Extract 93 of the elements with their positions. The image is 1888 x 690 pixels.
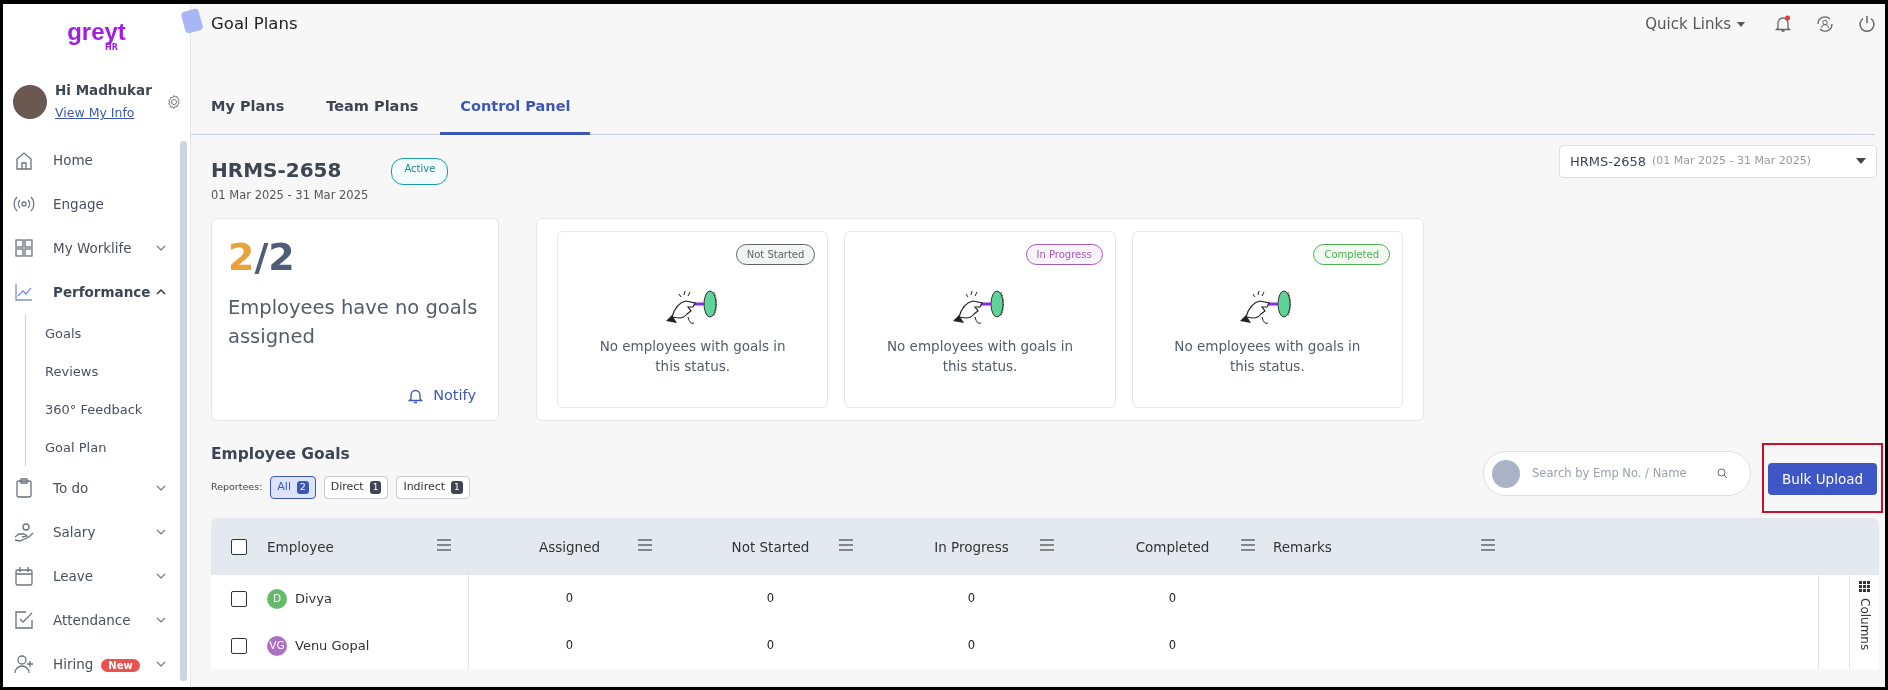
tab[interactable]: Team Plans	[306, 86, 439, 135]
empty-state-message: No employees with goals in this status.	[1173, 337, 1362, 376]
status-tag: Not Started	[735, 244, 816, 265]
column-menu-icon[interactable]	[1040, 539, 1054, 552]
grid-icon	[13, 237, 35, 260]
table-cell: 0	[967, 638, 976, 653]
section-title: Employee Goals	[211, 444, 351, 465]
empty-state-message: No employees with goals in this status.	[885, 337, 1074, 376]
tab[interactable]: My Plans	[191, 86, 305, 135]
column-header: In Progress	[934, 537, 1009, 557]
notify-button[interactable]: Notify	[402, 384, 482, 408]
search-bar[interactable]: Search by Emp No. / Name	[1483, 451, 1751, 496]
empty-state-message: No employees with goals in this status.	[598, 337, 787, 376]
column-menu-icon[interactable]	[1481, 539, 1495, 552]
chart-icon	[13, 281, 35, 304]
greeting-text: Hi Madhukar	[55, 81, 152, 100]
view-info-link[interactable]: View My Info	[55, 105, 135, 121]
initials-avatar: D	[267, 588, 287, 609]
filter-chip[interactable]: All 2	[270, 476, 316, 499]
column-header: Employee	[267, 537, 334, 557]
plan-dates: 01 Mar 2025 - 31 Mar 2025	[211, 186, 370, 204]
sidebar-subitem[interactable]: 360° Feedback	[26, 390, 190, 429]
settings-icon[interactable]	[165, 94, 182, 111]
table-cell: 0	[766, 638, 775, 653]
sidebar-item[interactable]: Home	[3, 138, 190, 183]
checkbox[interactable]	[231, 538, 247, 555]
count-badge: 2	[297, 480, 309, 495]
sidebar-subitem[interactable]: Goals	[26, 314, 190, 353]
column-menu-icon[interactable]	[1241, 539, 1255, 552]
goal-count: 2/2	[228, 235, 296, 281]
count-badge: 1	[369, 480, 382, 495]
bulk-upload-button[interactable]: Bulk Upload	[1768, 463, 1877, 496]
user-avatar-icon	[1492, 459, 1520, 488]
page-title: Goal Plans	[211, 12, 298, 35]
table-cell: 0	[565, 591, 574, 606]
checkbox[interactable]	[231, 637, 247, 654]
new-badge: New	[101, 659, 140, 673]
column-header: Remarks	[1273, 537, 1332, 557]
sidebar-subitem[interactable]: Reviews	[26, 352, 190, 391]
column-header: Assigned	[538, 537, 601, 557]
search-icon	[1717, 468, 1728, 479]
filter-label: Reportees:	[211, 480, 263, 495]
caret-icon	[1737, 21, 1745, 27]
table-cell: 0	[1168, 638, 1177, 653]
quick-links-dropdown[interactable]: Quick Links	[1639, 11, 1751, 37]
sidebar-item[interactable]: Performance	[3, 270, 190, 315]
sidebar-item[interactable]: Hiring New	[3, 642, 190, 687]
status-tag: Completed	[1313, 244, 1390, 265]
sidebar-item[interactable]: Leave	[3, 554, 190, 599]
notification-bell-icon[interactable]	[1773, 14, 1793, 34]
avatar-placeholder	[13, 85, 47, 120]
clipboard-icon	[13, 477, 35, 500]
scrollbar[interactable]	[180, 141, 187, 681]
column-menu-icon[interactable]	[638, 539, 652, 552]
checkbox-icon	[13, 609, 35, 632]
sidebar-subitem[interactable]: Goal Plan	[26, 428, 190, 467]
caret-icon	[1856, 158, 1866, 165]
grid-icon	[1859, 581, 1870, 593]
search-field[interactable]: Search by Emp No. / Name	[1530, 463, 1707, 484]
sidebar-item[interactable]: My Worklife	[3, 226, 190, 271]
sidebar-item[interactable]: To do	[3, 466, 190, 511]
checkbox[interactable]	[231, 590, 247, 607]
sidebar-item[interactable]: Salary	[3, 510, 190, 555]
employee-name: Venu Gopal	[295, 637, 370, 655]
hand-coin-icon	[13, 521, 35, 544]
status-tag: In Progress	[1025, 244, 1103, 265]
column-header: Completed	[1135, 537, 1210, 557]
filter-chip[interactable]: Direct 1	[323, 476, 389, 499]
table-cell: 0	[766, 591, 775, 606]
tab[interactable]: Control Panel	[440, 86, 591, 135]
logo-suffix: HR	[105, 44, 118, 52]
bell-icon	[408, 388, 424, 405]
logo-wordmark: greyt	[67, 20, 126, 44]
sidebar-item[interactable]: Engage	[3, 182, 190, 227]
column-menu-icon[interactable]	[839, 539, 853, 552]
count-badge: 1	[451, 480, 463, 495]
sidebar-item[interactable]: Attendance	[3, 598, 190, 643]
user-plus-icon	[13, 653, 35, 676]
table-cell: 0	[1168, 591, 1177, 606]
plan-dropdown[interactable]: HRMS-2658 (01 Mar 2025 - 31 Mar 2025)	[1559, 144, 1877, 178]
plan-name: HRMS-2658	[211, 156, 342, 184]
filter-chip[interactable]: Indirect 1	[396, 476, 470, 499]
employee-name: Divya	[295, 590, 332, 608]
user-sync-icon[interactable]	[1815, 14, 1835, 34]
table-cell: 0	[565, 638, 574, 653]
column-header: Not Started	[731, 537, 810, 557]
column-menu-icon[interactable]	[437, 539, 451, 552]
status-tag: Active	[391, 157, 449, 185]
summary-message: Employees have no goals assigned	[228, 294, 479, 350]
table-cell: 0	[967, 591, 976, 606]
calendar-icon	[13, 565, 35, 588]
initials-avatar: VG	[267, 635, 287, 656]
power-icon[interactable]	[1857, 14, 1877, 34]
